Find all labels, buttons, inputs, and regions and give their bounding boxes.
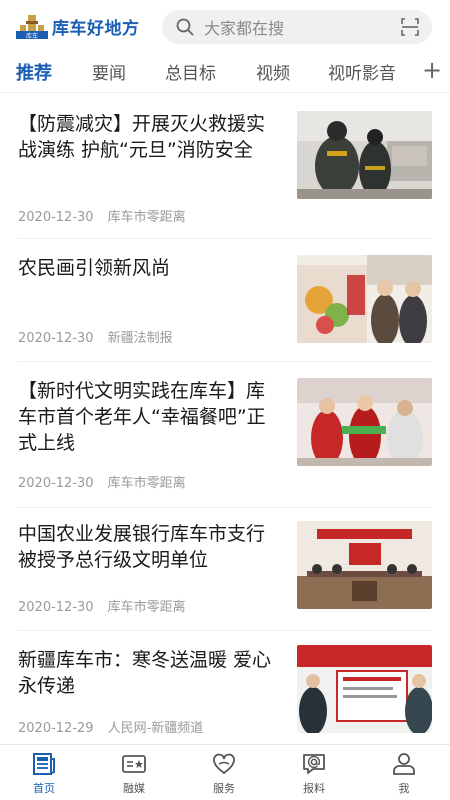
tab-recommend[interactable]: 推荐 <box>16 59 52 85</box>
article-source: 新疆法制报 <box>107 331 173 346</box>
article-title: 新疆库车市：寒冬送温暖 爱心永传递 <box>18 649 272 697</box>
search-bar[interactable]: 大家都在搜 <box>162 10 432 44</box>
article-meta: 2020-12-30 库车市零距离 <box>18 596 186 615</box>
article-meta: 2020-12-30 库车市零距离 <box>18 206 186 225</box>
nav-me[interactable]: 我 <box>374 751 434 796</box>
article-thumbnail <box>297 645 432 733</box>
article-meta: 2020-12-30 库车市零距离 <box>18 472 186 491</box>
article-meta: 2020-12-29 人民网-新疆频道 <box>18 717 203 736</box>
bottom-navigation: 首页 融媒 服务 报料 我 <box>0 744 450 800</box>
tab-audiovisual[interactable]: 视听影音 <box>328 59 396 84</box>
article-title: 中国农业发展银行库车市支行被授予总行级文明单位 <box>18 523 266 571</box>
article-date: 2020-12-30 <box>18 476 94 491</box>
article-card[interactable]: 农民画引领新风尚 2020-12-30 新疆法制报 <box>0 239 450 361</box>
nav-label: 服务 <box>213 782 235 795</box>
category-tabs: 推荐 要闻 总目标 视频 视听影音 + <box>0 52 450 90</box>
article-title: 【防震减灾】开展灭火救援实战演练 护航“元旦”消防安全 <box>18 113 266 161</box>
article-source: 人民网-新疆频道 <box>107 721 204 736</box>
tabs-fade <box>392 52 422 90</box>
article-source: 库车市零距离 <box>107 600 186 615</box>
svg-text:库车: 库车 <box>26 32 38 39</box>
article-card[interactable]: 【防震减灾】开展灭火救援实战演练 护航“元旦”消防安全 2020-12-30 库车… <box>0 93 450 238</box>
tab-video[interactable]: 视频 <box>256 59 290 84</box>
nav-label: 报料 <box>303 782 325 795</box>
tab-general-goal[interactable]: 总目标 <box>165 59 216 84</box>
news-feed: 【防震减灾】开展灭火救援实战演练 护航“元旦”消防安全 2020-12-30 库车… <box>0 93 450 743</box>
article-source: 库车市零距离 <box>107 476 186 491</box>
heart-hands-icon <box>213 753 235 775</box>
newspaper-icon <box>33 753 55 775</box>
scan-icon[interactable] <box>400 17 420 37</box>
article-card[interactable]: 新疆库车市：寒冬送温暖 爱心永传递 2020-12-29 人民网-新疆频道 <box>0 631 450 743</box>
app-header: 库车 库车好地方 大家都在搜 <box>0 0 450 52</box>
search-placeholder: 大家都在搜 <box>204 19 285 38</box>
add-tab-icon[interactable]: + <box>420 58 444 84</box>
nav-label: 首页 <box>33 782 55 795</box>
article-thumbnail <box>297 521 432 609</box>
nav-services[interactable]: 服务 <box>194 751 254 796</box>
nav-home[interactable]: 首页 <box>14 751 74 796</box>
article-thumbnail <box>297 111 432 199</box>
article-date: 2020-12-30 <box>18 600 94 615</box>
article-title: 【新时代文明实践在库车】库车市首个老年人“幸福餐吧”正式上线 <box>18 380 266 454</box>
chat-at-icon <box>303 754 325 774</box>
article-date: 2020-12-29 <box>18 721 94 736</box>
logo-mark-icon: 库车 <box>16 15 48 39</box>
search-icon <box>176 18 194 36</box>
nav-report[interactable]: 报料 <box>284 751 344 796</box>
app-title: 库车好地方 <box>52 18 140 39</box>
tab-headlines[interactable]: 要闻 <box>92 59 126 84</box>
nav-media[interactable]: 融媒 <box>104 751 164 796</box>
nav-label: 我 <box>398 782 410 795</box>
article-source: 库车市零距离 <box>107 210 186 225</box>
article-thumbnail <box>297 378 432 466</box>
user-icon <box>393 753 415 775</box>
article-meta: 2020-12-30 新疆法制报 <box>18 327 173 346</box>
app-logo[interactable]: 库车 库车好地方 <box>16 13 140 39</box>
article-date: 2020-12-30 <box>18 331 94 346</box>
article-date: 2020-12-30 <box>18 210 94 225</box>
article-thumbnail <box>297 255 432 343</box>
media-card-icon <box>122 755 146 773</box>
article-card[interactable]: 中国农业发展银行库车市支行被授予总行级文明单位 2020-12-30 库车市零距离 <box>0 508 450 630</box>
article-card[interactable]: 【新时代文明实践在库车】库车市首个老年人“幸福餐吧”正式上线 2020-12-3… <box>0 362 450 507</box>
article-title: 农民画引领新风尚 <box>18 257 171 279</box>
nav-label: 融媒 <box>123 782 145 795</box>
